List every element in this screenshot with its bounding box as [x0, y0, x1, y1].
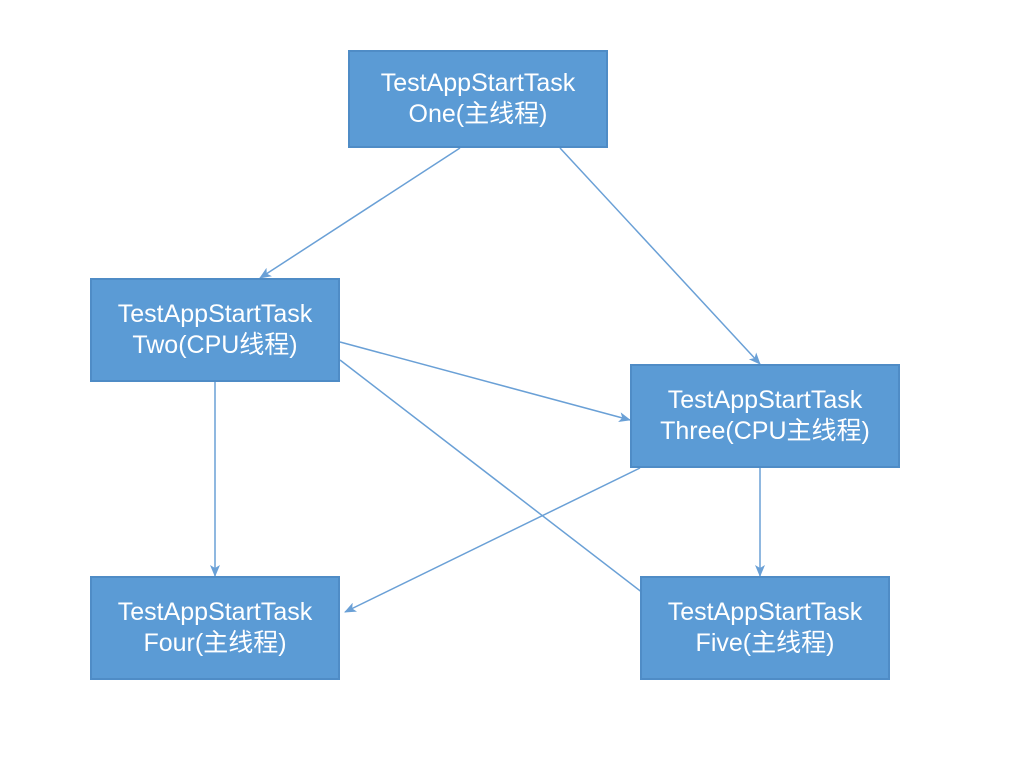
node-three-line2: Three(CPU主线程) — [660, 416, 870, 447]
node-three-line1: TestAppStartTask — [668, 385, 863, 416]
edge-three-four — [345, 468, 640, 612]
node-three: TestAppStartTask Three(CPU主线程) — [630, 364, 900, 468]
node-one: TestAppStartTask One(主线程) — [348, 50, 608, 148]
edge-one-two — [260, 148, 460, 278]
node-two-line2: Two(CPU线程) — [132, 330, 297, 361]
node-five: TestAppStartTask Five(主线程) — [640, 576, 890, 680]
node-one-line2: One(主线程) — [409, 99, 548, 130]
edge-two-five — [340, 360, 665, 610]
node-four-line1: TestAppStartTask — [118, 597, 313, 628]
node-two: TestAppStartTask Two(CPU线程) — [90, 278, 340, 382]
edge-one-three — [560, 148, 760, 364]
node-four-line2: Four(主线程) — [143, 628, 286, 659]
node-five-line1: TestAppStartTask — [668, 597, 863, 628]
node-one-line1: TestAppStartTask — [381, 68, 576, 99]
node-two-line1: TestAppStartTask — [118, 299, 313, 330]
node-five-line2: Five(主线程) — [696, 628, 835, 659]
diagram-canvas: TestAppStartTask One(主线程) TestAppStartTa… — [0, 0, 1024, 768]
node-four: TestAppStartTask Four(主线程) — [90, 576, 340, 680]
edge-two-three — [340, 342, 630, 420]
